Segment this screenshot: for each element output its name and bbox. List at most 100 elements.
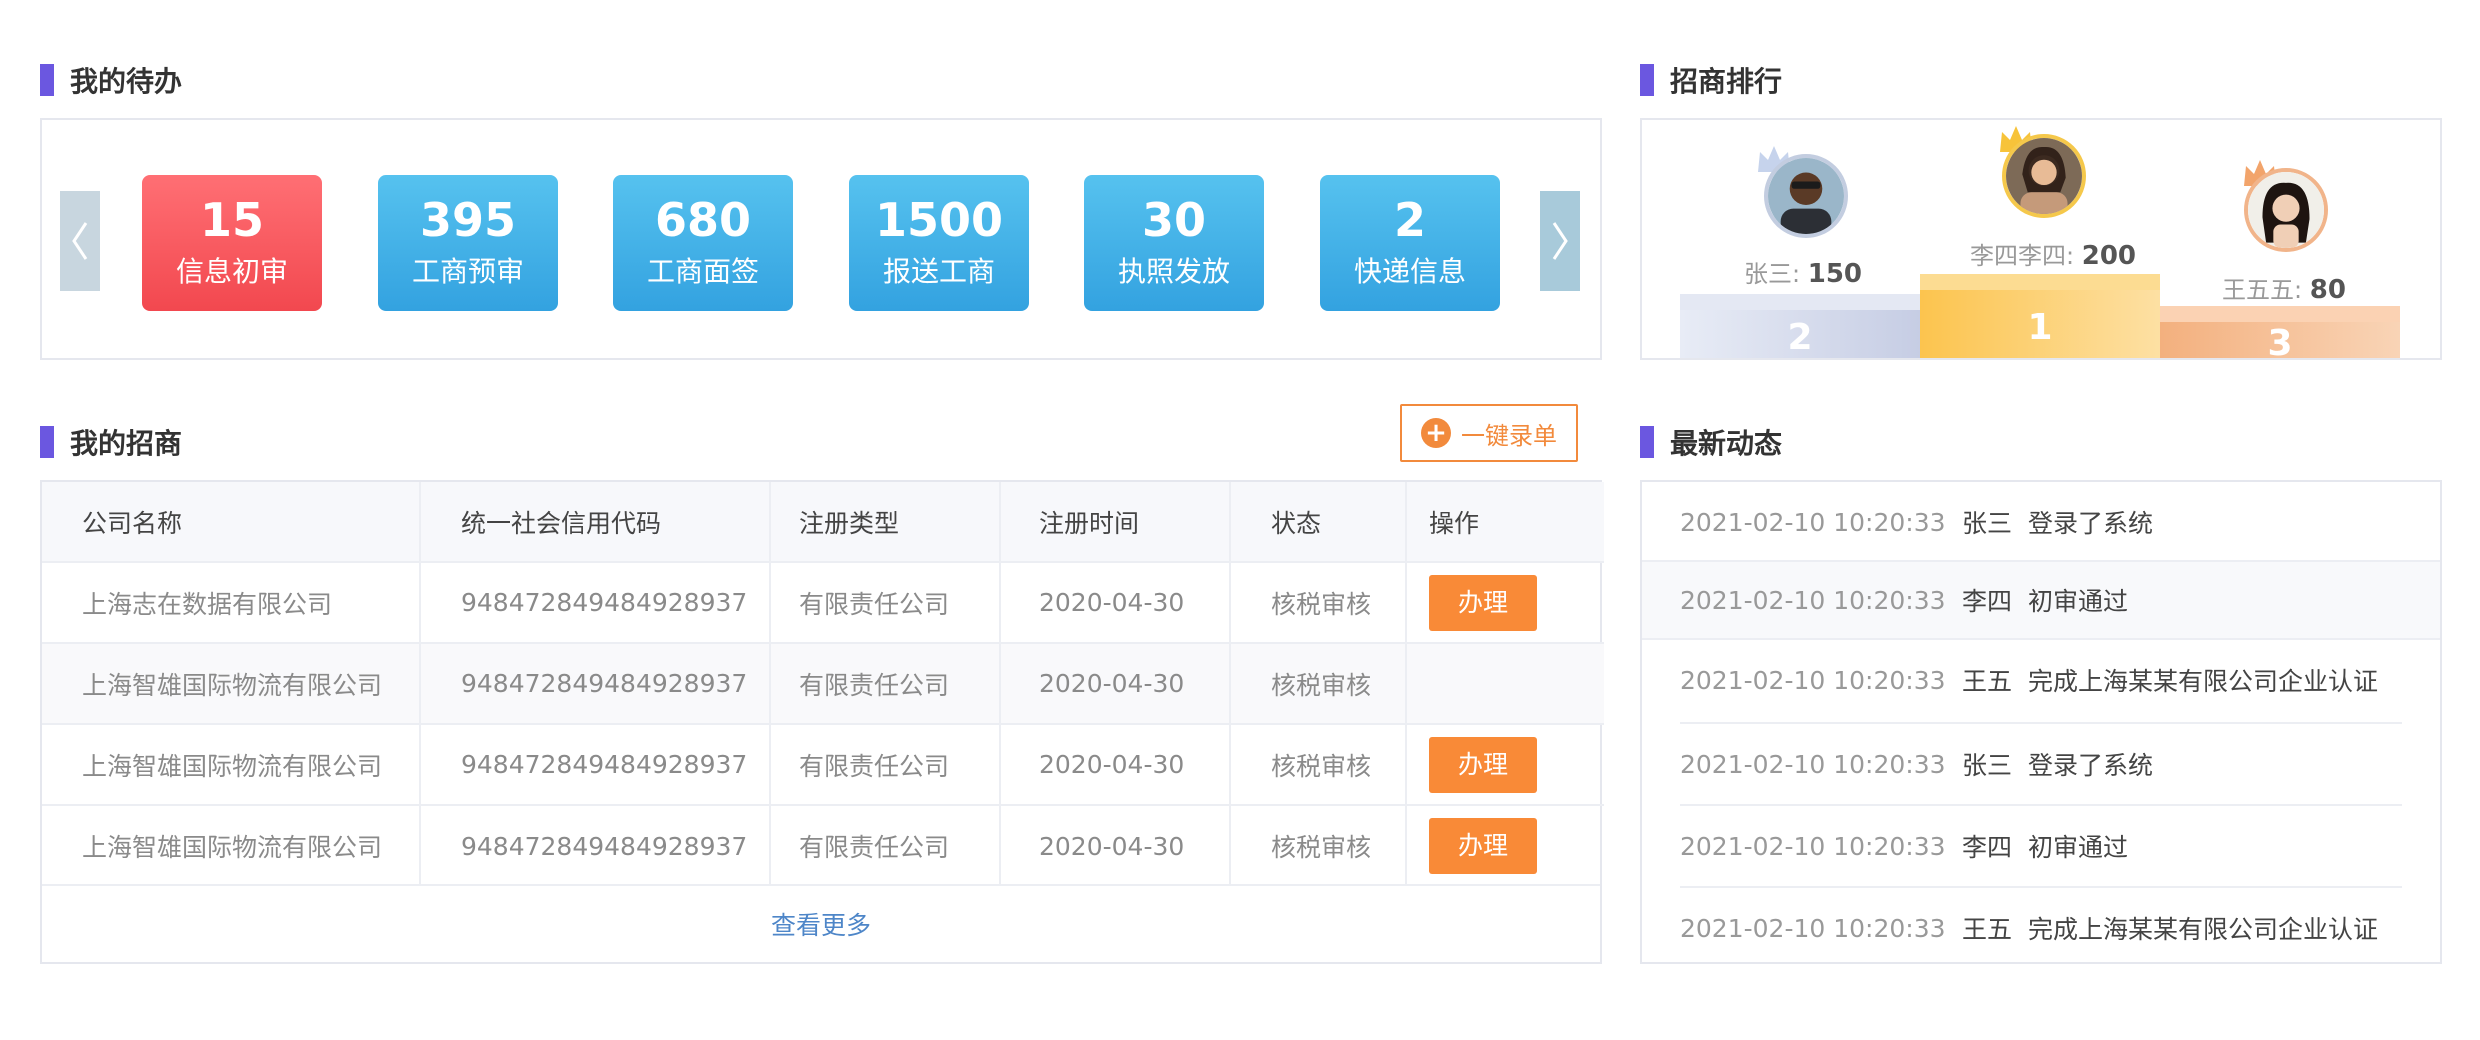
activity-time: 2021-02-10 10:20:33	[1680, 585, 1946, 615]
todo-count: 2	[1393, 193, 1426, 247]
ranking-title: 招商排行	[1670, 65, 1783, 98]
todo-label: 报送工商	[882, 255, 995, 288]
list-item: 2021-02-10 10:20:33 张三 登录了系统	[1642, 724, 2440, 804]
column-header: 公司名称	[42, 482, 421, 562]
carousel-next-button[interactable]	[1540, 191, 1580, 291]
todo-card-pre-review[interactable]: 395 工商预审	[378, 175, 558, 311]
list-item: 2021-02-10 10:20:33 张三 登录了系统	[1642, 482, 2440, 562]
podium-3: 3	[2160, 306, 2400, 358]
activity-message: 登录了系统	[2028, 509, 2154, 538]
avatar	[1764, 154, 1848, 238]
activity-title: 最新动态	[1670, 427, 1783, 460]
list-item: 2021-02-10 10:20:33 王五 完成上海某某有限公司企业认证	[1642, 640, 2440, 720]
todo-count: 15	[199, 193, 264, 247]
todo-section-title: 我的待办	[40, 60, 182, 100]
activity-user: 李四	[1962, 587, 2013, 616]
activity-time: 2021-02-10 10:20:33	[1680, 913, 1946, 943]
todo-label: 执照发放	[1117, 255, 1230, 288]
list-item: 2021-02-10 10:20:33 李四 初审通过	[1642, 806, 2440, 886]
status-cell: 核税审核	[1230, 642, 1407, 724]
activity-message: 登录了系统	[2028, 751, 2154, 780]
rank-name-2: 张三: 150	[1744, 259, 1863, 289]
quick-add-label: 一键录单	[1461, 421, 1557, 450]
activity-time: 2021-02-10 10:20:33	[1680, 749, 1946, 779]
table-row: 上海志在数据有限公司 948472849484928937 有限责任公司 202…	[42, 561, 1604, 643]
todo-card-express[interactable]: 2 快递信息	[1320, 175, 1500, 311]
activity-time: 2021-02-10 10:20:33	[1680, 507, 1946, 537]
reg-type-cell: 有限责任公司	[770, 642, 1001, 724]
activity-user: 张三	[1962, 751, 2013, 780]
activity-section-title: 最新动态	[1640, 422, 1782, 462]
chevron-left-icon	[72, 222, 88, 260]
todo-label: 工商面签	[646, 255, 759, 288]
activity-user: 王五	[1962, 915, 2013, 944]
activity-time: 2021-02-10 10:20:33	[1680, 831, 1946, 861]
company-title: 我的招商	[70, 427, 183, 460]
todo-label: 工商预审	[411, 255, 524, 288]
rank-name-1: 李四李四: 200	[1970, 241, 2137, 271]
todo-count: 30	[1141, 193, 1206, 247]
activity-panel: 2021-02-10 10:20:33 张三 登录了系统 2021-02-10 …	[1640, 480, 2442, 964]
todo-card-info-review[interactable]: 15 信息初审	[142, 175, 322, 311]
action-cell	[1406, 642, 1604, 724]
table-row: 上海智雄国际物流有限公司 948472849484928937 有限责任公司 2…	[42, 723, 1604, 805]
activity-user: 李四	[1962, 833, 2013, 862]
company-name-cell: 上海智雄国际物流有限公司	[42, 642, 421, 724]
reg-date-cell: 2020-04-30	[1000, 642, 1231, 724]
company-section-title: 我的招商	[40, 422, 182, 462]
column-header: 操作	[1406, 482, 1604, 562]
todo-count: 680	[654, 193, 752, 247]
reg-date-cell: 2020-04-30	[1000, 561, 1231, 643]
company-table-panel: 公司名称 统一社会信用代码 注册类型 注册时间 状态 操作 上海志在数据有限公司…	[40, 480, 1604, 964]
title-accent-bar	[40, 426, 54, 458]
column-header: 状态	[1230, 482, 1407, 562]
title-accent-bar	[1640, 426, 1654, 458]
activity-user: 王五	[1962, 667, 2013, 696]
todo-title: 我的待办	[70, 65, 183, 98]
column-header: 注册时间	[1000, 482, 1231, 562]
company-table: 公司名称 统一社会信用代码 注册类型 注册时间 状态 操作 上海志在数据有限公司…	[42, 482, 1604, 886]
title-accent-bar	[40, 64, 54, 96]
column-header: 统一社会信用代码	[420, 482, 771, 562]
activity-message: 初审通过	[2028, 587, 2129, 616]
todo-label: 快递信息	[1353, 255, 1466, 288]
company-name-cell: 上海志在数据有限公司	[42, 561, 421, 643]
todo-card-submit[interactable]: 1500 报送工商	[849, 175, 1029, 311]
chevron-right-icon	[1552, 222, 1568, 260]
company-name-cell: 上海智雄国际物流有限公司	[42, 804, 421, 886]
credit-code-cell: 948472849484928937	[420, 561, 771, 643]
todo-panel: 15 信息初审 395 工商预审 680 工商面签 1500 报送工商 30 执…	[40, 118, 1602, 360]
todo-card-interview[interactable]: 680 工商面签	[613, 175, 793, 311]
column-header: 注册类型	[770, 482, 1001, 562]
process-button[interactable]: 办理	[1429, 818, 1537, 874]
company-name-cell: 上海智雄国际物流有限公司	[42, 723, 421, 805]
reg-type-cell: 有限责任公司	[770, 804, 1001, 886]
todo-card-license[interactable]: 30 执照发放	[1084, 175, 1264, 311]
status-cell: 核税审核	[1230, 804, 1407, 886]
activity-user: 张三	[1962, 509, 2013, 538]
process-button[interactable]: 办理	[1429, 736, 1537, 793]
credit-code-cell: 948472849484928937	[420, 804, 771, 886]
action-cell: 办理	[1406, 561, 1604, 643]
ranking-panel: 张三: 150 李四李四: 200 王五五: 80 2 1 3	[1640, 118, 2442, 360]
plus-circle-icon: +	[1421, 418, 1451, 448]
quick-add-button[interactable]: + 一键录单	[1400, 404, 1578, 462]
reg-type-cell: 有限责任公司	[770, 723, 1001, 805]
process-button[interactable]: 办理	[1429, 574, 1537, 631]
table-row: 上海智雄国际物流有限公司 948472849484928937 有限责任公司 2…	[42, 804, 1604, 886]
todo-count: 395	[419, 193, 517, 247]
rank-name-3: 王五五: 80	[2222, 275, 2346, 305]
carousel-prev-button[interactable]	[60, 191, 100, 291]
credit-code-cell: 948472849484928937	[420, 642, 771, 724]
action-cell: 办理	[1406, 723, 1604, 805]
table-header-row: 公司名称 统一社会信用代码 注册类型 注册时间 状态 操作	[42, 482, 1604, 562]
credit-code-cell: 948472849484928937	[420, 723, 771, 805]
podium-1: 1	[1920, 274, 2160, 358]
ranking-section-title: 招商排行	[1640, 60, 1782, 100]
reg-type-cell: 有限责任公司	[770, 561, 1001, 643]
todo-count: 1500	[874, 193, 1004, 247]
avatar	[2244, 168, 2328, 252]
activity-time: 2021-02-10 10:20:33	[1680, 665, 1946, 695]
view-more-link[interactable]: 查看更多	[42, 884, 1600, 962]
avatar	[2002, 134, 2086, 218]
